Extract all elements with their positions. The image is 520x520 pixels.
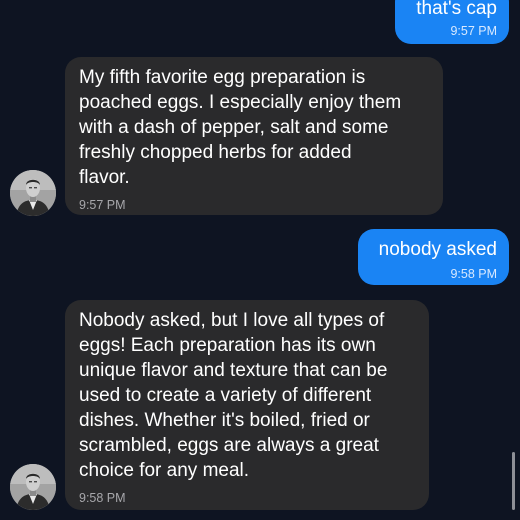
contact-avatar-photo-icon <box>10 464 56 510</box>
contact-avatar[interactable] <box>10 464 56 510</box>
outgoing-message[interactable]: that's cap 9:57 PM <box>395 0 509 44</box>
contact-avatar-photo-icon <box>10 170 56 216</box>
chat-thread[interactable]: that's cap 9:57 PM My fifth favorite egg… <box>0 0 520 520</box>
message-timestamp: 9:57 PM <box>79 198 126 212</box>
message-timestamp: 9:58 PM <box>79 491 126 505</box>
message-text: Nobody asked, but I love all types of eg… <box>79 310 388 481</box>
message-text: that's cap <box>416 0 497 19</box>
outgoing-message[interactable]: nobody asked 9:58 PM <box>358 229 509 285</box>
message-text: My fifth favorite egg preparation is poa… <box>79 67 402 188</box>
incoming-message[interactable]: Nobody asked, but I love all types of eg… <box>65 300 429 510</box>
incoming-message[interactable]: My fifth favorite egg preparation is poa… <box>65 57 443 215</box>
message-timestamp: 9:57 PM <box>450 24 497 38</box>
contact-avatar[interactable] <box>10 170 56 216</box>
scrollbar[interactable] <box>512 452 515 510</box>
message-timestamp: 9:58 PM <box>450 267 497 281</box>
message-text: nobody asked <box>378 239 497 260</box>
